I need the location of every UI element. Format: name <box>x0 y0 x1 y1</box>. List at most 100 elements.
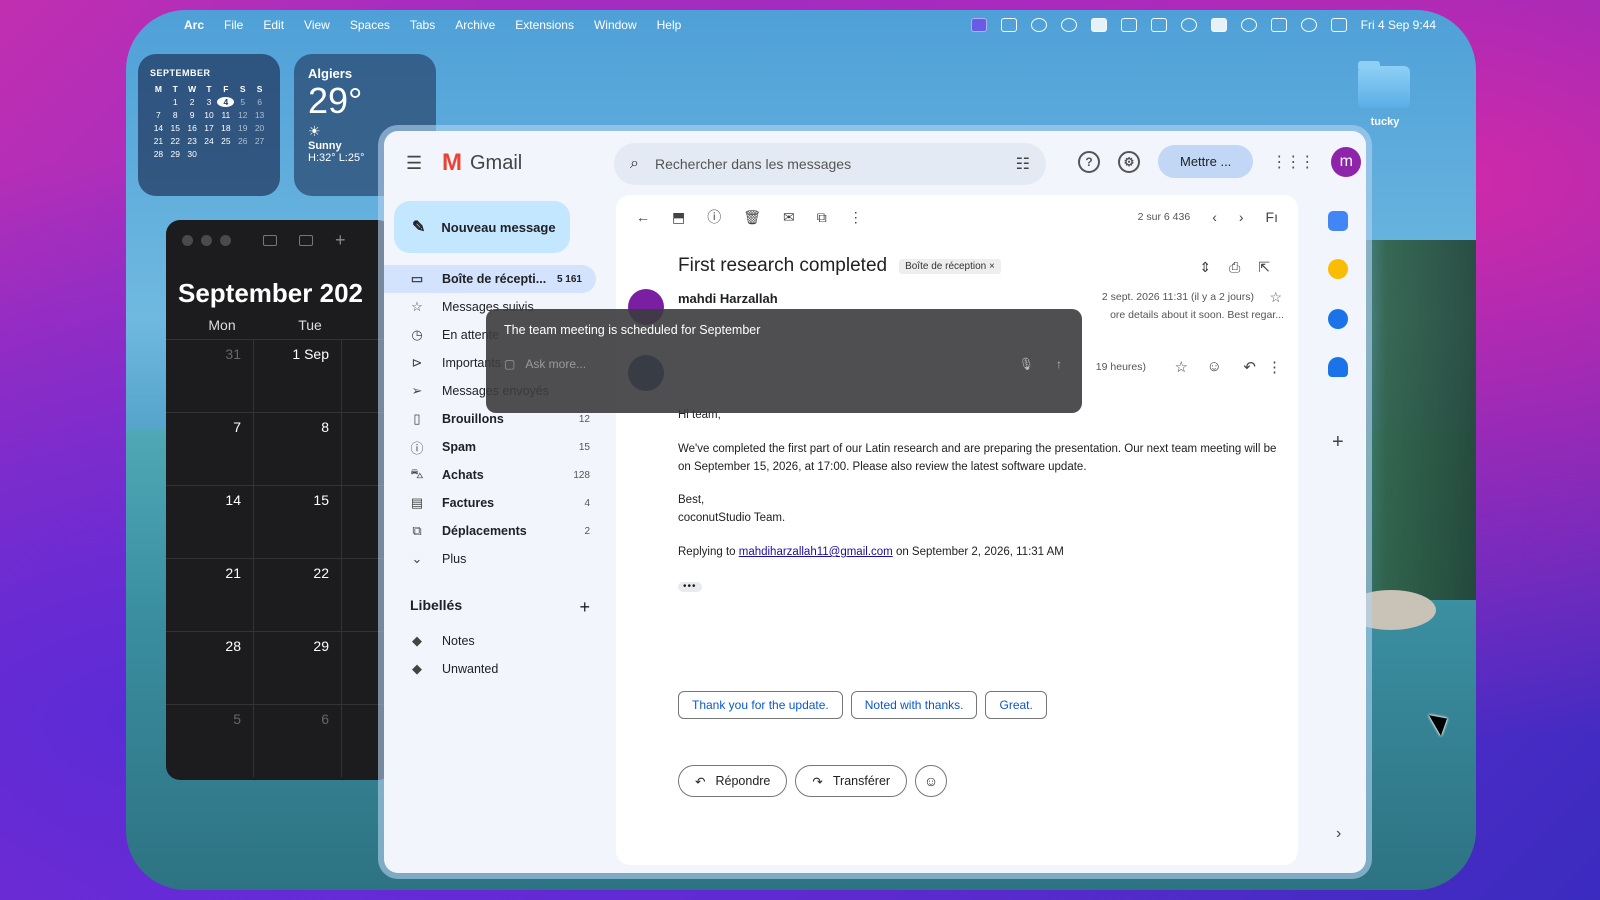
calendar-day-cell[interactable]: 31 <box>166 340 254 412</box>
gmail-logo[interactable]: M Gmail <box>442 149 522 177</box>
calendar-day-cell[interactable]: 7 <box>166 413 254 485</box>
window-icon[interactable] <box>1000 18 1017 32</box>
desktop-folder[interactable]: tucky <box>1358 61 1412 128</box>
apps-grid-icon[interactable]: ⋮⋮⋮ <box>1271 152 1315 172</box>
menu-view[interactable]: View <box>304 18 330 32</box>
menu-file[interactable]: File <box>224 18 243 32</box>
menu-help[interactable]: Help <box>657 18 682 32</box>
trash-icon[interactable]: 🗑 <box>743 209 761 226</box>
weather-status-icon[interactable] <box>1030 18 1047 32</box>
send-icon[interactable]: ↑ <box>1056 357 1062 371</box>
calendar-app-window[interactable]: + September 202 Mon Tue 31 1 Sep 7 8 14 15 21 2… <box>166 220 392 780</box>
contacts-icon[interactable] <box>1328 357 1348 377</box>
menu-window[interactable]: Window <box>594 18 637 32</box>
ask-more-input[interactable]: ▢ Ask more... <box>504 357 586 371</box>
menubar-clock[interactable]: Fri 4 Sep 9:44 <box>1361 18 1436 32</box>
keep-icon[interactable] <box>1328 259 1348 279</box>
avatar[interactable]: m <box>1331 146 1362 177</box>
keyboard-input-icon[interactable] <box>1210 18 1227 32</box>
emoji-icon[interactable]: ☺ <box>1207 358 1222 375</box>
calendar-day-cell[interactable]: 21 <box>166 559 254 631</box>
menu-spaces[interactable]: Spaces <box>350 18 390 32</box>
calendar-day-cell[interactable]: 14 <box>166 486 254 558</box>
upgrade-button[interactable]: Mettre ... <box>1158 145 1254 178</box>
add-addon-icon[interactable]: + <box>1332 431 1344 454</box>
emoji-react-button[interactable]: ☺ <box>915 765 948 797</box>
next-arrow-icon[interactable]: › <box>1239 209 1244 225</box>
move-to-icon[interactable]: ⧉ <box>817 209 827 226</box>
star-icon[interactable]: ☆ <box>1175 358 1188 376</box>
battery-icon[interactable] <box>1270 18 1287 32</box>
smart-reply-2[interactable]: Noted with thanks. <box>850 691 978 719</box>
main-menu-icon[interactable]: ☰ <box>406 153 424 174</box>
window-close-button[interactable] <box>182 234 193 246</box>
shield-icon[interactable] <box>1120 18 1137 32</box>
menu-archive[interactable]: Archive <box>455 18 495 32</box>
forward-button[interactable]: ↷ Transférer <box>795 765 908 797</box>
menu-app-name[interactable]: Arc <box>184 18 204 32</box>
sidebar-item-10[interactable]: ⌄ Plus <box>384 545 604 573</box>
menu-tabs[interactable]: Tabs <box>410 18 435 32</box>
sidebar-item-0[interactable]: ▭ Boîte de récepti... 5 161 <box>384 265 596 293</box>
screen-record-icon[interactable] <box>970 18 987 32</box>
reply-button[interactable]: ↶ Répondre <box>678 765 788 797</box>
calendar-day-cell[interactable]: 29 <box>254 632 342 704</box>
tasks-icon[interactable] <box>1328 309 1348 329</box>
expand-panel-icon[interactable]: › <box>1336 825 1341 843</box>
compose-button[interactable]: ✎ Nouveau message <box>394 201 570 253</box>
sidebar-item-8[interactable]: ▤ Factures 4 <box>384 489 604 517</box>
prev-arrow-icon[interactable]: ‹ <box>1212 209 1217 225</box>
back-arrow-icon[interactable]: ← <box>636 209 650 225</box>
sidebar-item-7[interactable]: ⛍ Achats 128 <box>384 461 604 489</box>
help-icon[interactable]: ? <box>1078 150 1100 173</box>
smart-reply-1[interactable]: Thank you for the update. <box>678 691 843 719</box>
calendar-widget[interactable]: SEPTEMBER M T W T F S S 1 2 3 4 5 6 7 8 9 10 11 12 13 14 15 16… <box>138 54 280 196</box>
search-icon[interactable]: ⌕ <box>630 155 639 173</box>
sidebar-item-6[interactable]: ⓘ Spam 15 <box>384 433 604 461</box>
mark-unread-icon[interactable]: ✉ <box>783 209 795 226</box>
star-icon[interactable]: ☆ <box>1269 289 1282 306</box>
search-bar[interactable]: ⌕ Rechercher dans les messages ☷ <box>614 143 1046 185</box>
mic-icon[interactable]: 🎙 <box>1019 357 1034 371</box>
more-vert-icon[interactable]: ⋮ <box>849 209 863 226</box>
window-minimize-button[interactable] <box>201 234 212 246</box>
more-vert-icon[interactable]: ⋮ <box>1267 358 1282 376</box>
menu-edit[interactable]: Edit <box>263 18 284 32</box>
wifi-icon[interactable] <box>1240 18 1257 32</box>
print-icon[interactable]: ⎙ <box>1229 259 1240 276</box>
search-icon[interactable] <box>1300 18 1317 32</box>
calendar-list-icon[interactable] <box>263 234 277 246</box>
add-event-icon[interactable]: + <box>335 230 346 251</box>
expand-icon[interactable]: ⇕ <box>1199 259 1211 276</box>
control-center-icon[interactable] <box>1330 18 1347 32</box>
language-toggle[interactable]: Fı <box>1266 209 1278 225</box>
calendar-day-cell[interactable]: 6 <box>254 705 342 777</box>
clipboard-icon[interactable] <box>1150 18 1167 32</box>
add-label-icon[interactable]: + <box>579 597 590 618</box>
calendar-day-cell[interactable]: 28 <box>166 632 254 704</box>
sidebar-item-9[interactable]: ⧉ Déplacements 2 <box>384 517 604 545</box>
gear-icon[interactable]: ⚙ <box>1118 150 1140 173</box>
open-new-window-icon[interactable]: ⇱ <box>1258 259 1270 276</box>
window-zoom-button[interactable] <box>220 234 231 246</box>
report-spam-icon[interactable]: ⓘ <box>707 207 721 227</box>
calendar-day-cell[interactable]: 5 <box>166 705 254 777</box>
calendar-day-cell[interactable]: 1 Sep <box>254 340 342 412</box>
grammarly-icon[interactable] <box>1060 18 1077 32</box>
archive-icon[interactable]: ⬒ <box>672 209 685 226</box>
reply-email-link[interactable]: mahdiharzallah11@gmail.com <box>739 546 893 558</box>
label-item-0[interactable]: ◆ Notes <box>384 627 604 655</box>
calendar-day-cell[interactable]: 22 <box>254 559 342 631</box>
play-icon[interactable] <box>1180 18 1197 32</box>
inbox-icon[interactable] <box>299 234 313 246</box>
calendar-day-cell[interactable]: 8 <box>254 413 342 485</box>
calendar-app-icon[interactable] <box>1328 211 1348 231</box>
inbox-tag[interactable]: Boîte de réception × <box>899 258 1001 274</box>
reply-icon[interactable]: ↶ <box>1243 358 1256 376</box>
search-options-icon[interactable]: ☷ <box>1016 154 1030 174</box>
search-input[interactable]: Rechercher dans les messages <box>655 156 851 172</box>
menu-extensions[interactable]: Extensions <box>515 18 574 32</box>
calendar-day-cell[interactable]: 15 <box>254 486 342 558</box>
show-trimmed-button[interactable]: ••• <box>678 581 702 592</box>
smart-reply-3[interactable]: Great. <box>985 691 1047 719</box>
